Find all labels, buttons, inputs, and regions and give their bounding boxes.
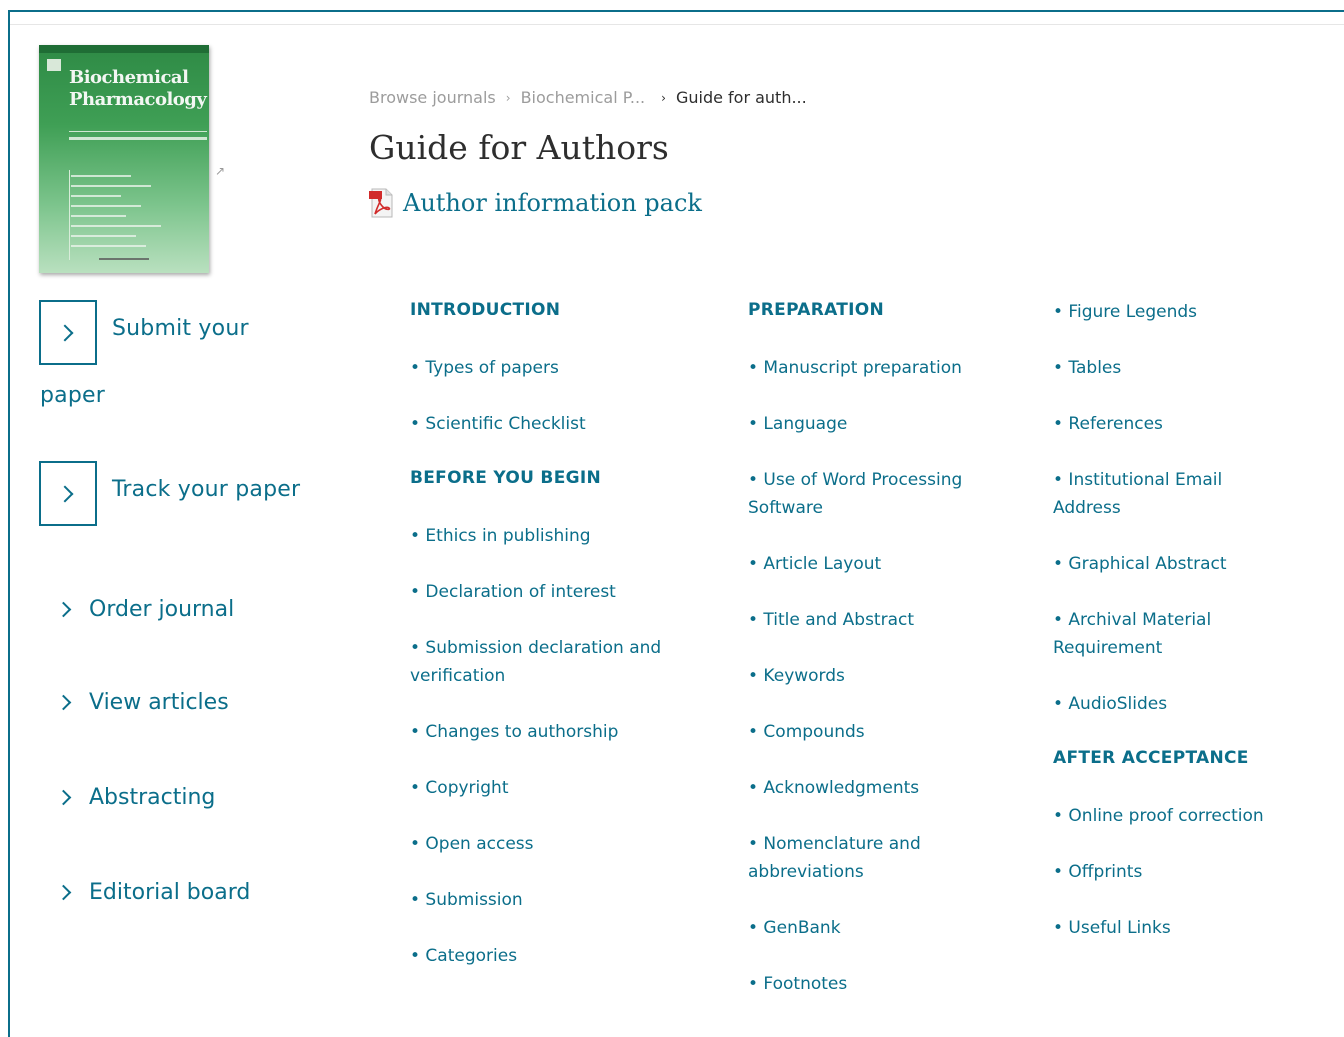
toc-link[interactable]: • Tables (1053, 354, 1323, 382)
cover-text-line (71, 225, 161, 227)
toc-link[interactable]: • Manuscript preparation (748, 354, 1018, 382)
cover-band (39, 45, 209, 53)
cover-text-line (71, 235, 136, 237)
view-articles-label[interactable]: View articles (89, 690, 229, 715)
cover-title-line2: Pharmacology (69, 89, 207, 110)
section-heading-preparation[interactable]: PREPARATION (748, 300, 884, 320)
chevron-right-icon (55, 601, 72, 618)
toc-link[interactable]: • Offprints (1053, 858, 1323, 886)
track-paper-label[interactable]: Track your paper (112, 477, 300, 502)
chevron-right-icon (55, 789, 72, 806)
toc-link[interactable]: • Acknowledgments (748, 774, 1018, 802)
toc-link[interactable]: • GenBank (748, 914, 1018, 942)
chevron-right-icon (55, 694, 72, 711)
abstracting-label[interactable]: Abstracting (89, 785, 215, 810)
journal-cover[interactable]: Biochemical Pharmacology (39, 45, 209, 273)
breadcrumb-current: Guide for auth... (675, 88, 807, 107)
author-pack-link[interactable]: Author information pack (369, 188, 702, 218)
submit-paper-label-cont[interactable]: paper (40, 383, 105, 408)
breadcrumb-item[interactable]: Biochemical P... (521, 88, 646, 107)
chevron-right-icon: › (661, 90, 666, 105)
toc-link[interactable]: • Categories (410, 942, 680, 970)
section-heading-introduction[interactable]: INTRODUCTION (410, 300, 560, 320)
toc-link[interactable]: • Use of Word Processing Software (748, 466, 983, 522)
cover-rule (69, 131, 207, 132)
chevron-right-icon (56, 485, 74, 502)
toc-link[interactable]: • Useful Links (1053, 914, 1323, 942)
toc-link[interactable]: • Copyright (410, 774, 680, 802)
toc-link[interactable]: • Institutional Email Address (1053, 466, 1248, 522)
toc-link[interactable]: • Graphical Abstract (1053, 550, 1323, 578)
toc-link[interactable]: • Submission declaration and verificatio… (410, 634, 672, 690)
submit-paper-label[interactable]: Submit your (112, 316, 249, 341)
abstracting-link[interactable]: Abstracting (55, 785, 215, 810)
toc-link[interactable]: • Archival Material Requirement (1053, 606, 1228, 662)
publisher-logo (47, 59, 61, 71)
cover-rule (69, 137, 207, 140)
toc-link[interactable]: • Figure Legends (1053, 298, 1323, 326)
toc-link[interactable]: • Article Layout (748, 550, 1018, 578)
author-pack-label[interactable]: Author information pack (403, 189, 702, 217)
toc-link[interactable]: • Keywords (748, 662, 1018, 690)
toc-link[interactable]: • Declaration of interest (410, 578, 680, 606)
toc-link[interactable]: • Footnotes (748, 970, 1018, 998)
section-heading-before-you-begin[interactable]: BEFORE YOU BEGIN (410, 468, 601, 488)
cover-title-line1: Biochemical (69, 67, 189, 88)
section-heading-after-acceptance[interactable]: AFTER ACCEPTANCE (1053, 748, 1249, 768)
cover-text-line (99, 258, 149, 260)
cover-text-line (71, 245, 146, 247)
chevron-right-icon (56, 324, 74, 341)
cover-rule (69, 170, 70, 260)
chevron-right-icon (55, 884, 72, 901)
toc-link[interactable]: • Title and Abstract (748, 606, 1018, 634)
view-articles-link[interactable]: View articles (55, 690, 229, 715)
order-journal-link[interactable]: Order journal (55, 597, 234, 622)
pdf-icon (369, 188, 393, 218)
external-link-icon[interactable]: ↗ (215, 164, 225, 178)
toc-link[interactable]: • References (1053, 410, 1323, 438)
breadcrumb: Browse journals › Biochemical P... › Gui… (369, 88, 807, 107)
toc-link[interactable]: • Nomenclature and abbreviations (748, 830, 948, 886)
order-journal-label[interactable]: Order journal (89, 597, 234, 622)
top-divider (10, 24, 1344, 25)
editorial-board-label[interactable]: Editorial board (89, 880, 250, 905)
breadcrumb-item[interactable]: Browse journals (369, 88, 496, 107)
cover-text-line (71, 205, 141, 207)
cover-title: Biochemical Pharmacology (69, 67, 207, 111)
page-title: Guide for Authors (369, 128, 669, 167)
toc-link[interactable]: • Language (748, 410, 1018, 438)
cover-text-line (71, 215, 126, 217)
toc-link[interactable]: • Compounds (748, 718, 1018, 746)
cover-text-line (71, 175, 131, 177)
track-paper-button[interactable] (39, 461, 97, 526)
toc-link[interactable]: • Ethics in publishing (410, 522, 680, 550)
toc-link[interactable]: • Scientific Checklist (410, 410, 680, 438)
toc-link[interactable]: • Online proof correction (1053, 802, 1323, 830)
editorial-board-link[interactable]: Editorial board (55, 880, 250, 905)
toc-link[interactable]: • Open access (410, 830, 680, 858)
toc-link[interactable]: • AudioSlides (1053, 690, 1323, 718)
toc-link[interactable]: • Changes to authorship (410, 718, 680, 746)
submit-paper-button[interactable] (39, 300, 97, 365)
toc-link[interactable]: • Types of papers (410, 354, 680, 382)
toc-link[interactable]: • Submission (410, 886, 680, 914)
cover-text-line (71, 195, 121, 197)
cover-text-line (71, 185, 151, 187)
chevron-right-icon: › (505, 90, 511, 105)
